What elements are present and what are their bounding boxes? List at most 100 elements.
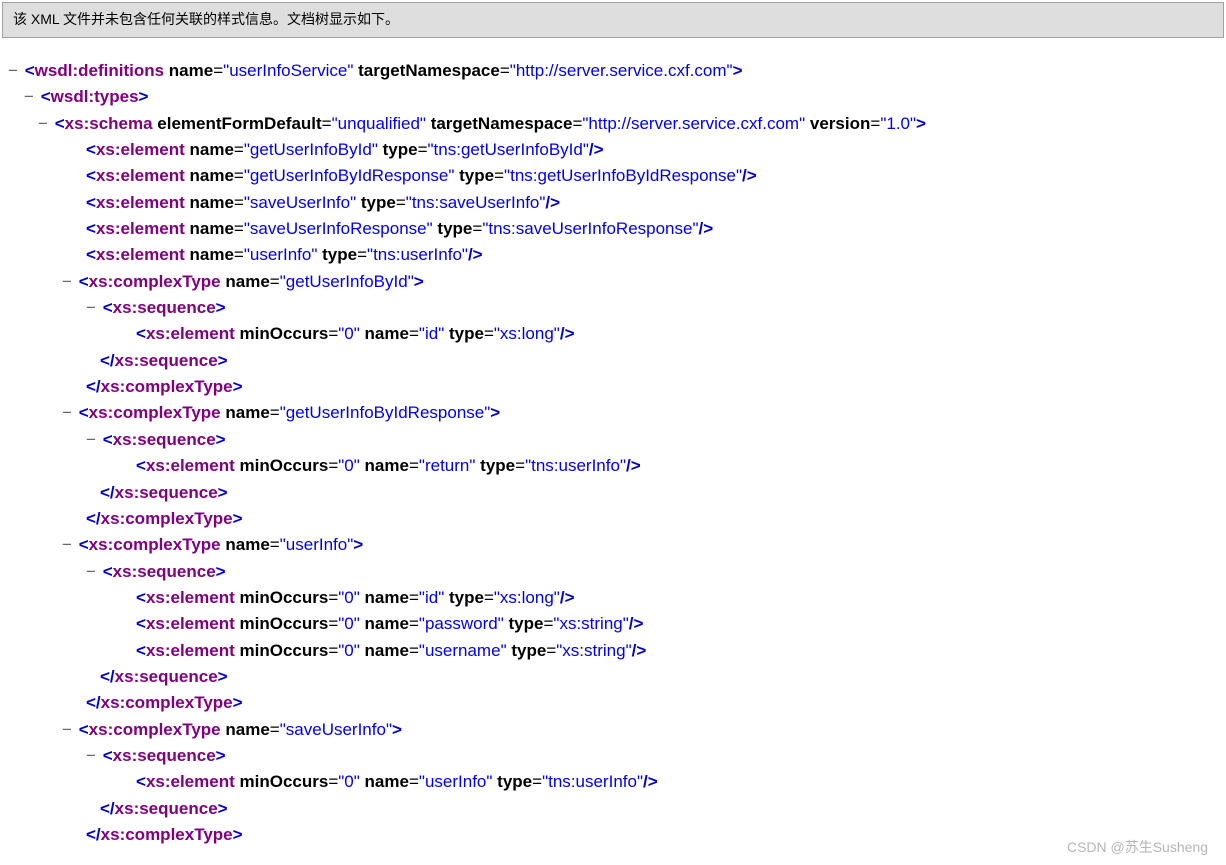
collapse-toggle[interactable]: −: [38, 111, 50, 137]
attr-name: elementFormDefault: [157, 114, 321, 133]
xs-sequence-close: </xs:sequence>: [100, 480, 1218, 506]
tag-name: xs:element: [96, 166, 185, 185]
tag-name: xs:sequence: [115, 351, 218, 370]
wsdl-types-open: − <wsdl:types>: [38, 84, 1218, 110]
xs-complextype-open: − <xs:complexType name="getUserInfoById"…: [76, 269, 1218, 295]
xs-sequence-open: − <xs:sequence>: [100, 295, 1218, 321]
attr-value: tns:saveUserInfoResponse: [488, 219, 692, 238]
xs-complextype-open: − <xs:complexType name="getUserInfoByIdR…: [76, 400, 1218, 426]
tag-name: xs:schema: [65, 114, 153, 133]
attr-value: xs:long: [500, 588, 554, 607]
attr-value: password: [425, 614, 498, 633]
collapse-toggle[interactable]: −: [86, 743, 98, 769]
xs-complextype-close: </xs:complexType>: [86, 690, 1218, 716]
attr-value: http://server.service.cxf.com: [516, 61, 727, 80]
collapse-toggle[interactable]: −: [62, 717, 74, 743]
tag-name: xs:element: [146, 324, 235, 343]
tag-name: xs:complexType: [101, 377, 233, 396]
tag-name: xs:sequence: [113, 298, 216, 317]
collapse-toggle[interactable]: −: [86, 295, 98, 321]
tag-name: xs:element: [146, 456, 235, 475]
attr-value: getUserInfoByIdResponse: [286, 403, 484, 422]
attr-value: tns:userInfo: [548, 772, 637, 791]
attr-name: targetNamespace: [431, 114, 573, 133]
tag-name: wsdl:types: [51, 87, 139, 106]
tag-name: xs:sequence: [113, 562, 216, 581]
collapse-toggle[interactable]: −: [86, 559, 98, 585]
attr-value: 0: [344, 588, 353, 607]
xs-sequence-open: − <xs:sequence>: [100, 559, 1218, 585]
attr-value: return: [425, 456, 469, 475]
attr-value: 0: [344, 614, 353, 633]
tag-name: xs:element: [146, 588, 235, 607]
attr-value: id: [425, 588, 438, 607]
attr-value: getUserInfoById: [286, 272, 408, 291]
attr-value: xs:string: [559, 614, 622, 633]
collapse-toggle[interactable]: −: [62, 269, 74, 295]
xs-sequence-close: </xs:sequence>: [100, 796, 1218, 822]
xs-element: <xs:element name="userInfo" type="tns:us…: [86, 242, 1218, 268]
tag-name: xs:element: [96, 219, 185, 238]
tag-name: xs:complexType: [101, 825, 233, 844]
xs-complextype-close: </xs:complexType>: [86, 506, 1218, 532]
attr-value: saveUserInfo: [250, 193, 350, 212]
attr-value: tns:getUserInfoById: [434, 140, 583, 159]
collapse-toggle[interactable]: −: [8, 58, 20, 84]
attr-value: getUserInfoById: [250, 140, 372, 159]
attr-value: tns:getUserInfoByIdResponse: [510, 166, 736, 185]
tag-name: xs:element: [146, 641, 235, 660]
attr-name: targetNamespace: [358, 61, 500, 80]
wsdl-definitions-open: − <wsdl:definitions name="userInfoServic…: [22, 58, 1218, 84]
tag-name: xs:complexType: [89, 535, 221, 554]
attr-value: username: [425, 641, 501, 660]
xs-element: <xs:element minOccurs="0" name="id" type…: [136, 585, 1218, 611]
xs-sequence-close: </xs:sequence>: [100, 348, 1218, 374]
attr-value: tns:userInfo: [373, 245, 462, 264]
tag-name: xs:complexType: [89, 403, 221, 422]
attr-name: name: [169, 61, 213, 80]
tag-name: xs:sequence: [115, 667, 218, 686]
tag-name: xs:element: [146, 614, 235, 633]
attr-name: version: [810, 114, 870, 133]
xs-sequence-open: − <xs:sequence>: [100, 743, 1218, 769]
attr-value: xs:string: [562, 641, 625, 660]
tag-name: xs:sequence: [113, 430, 216, 449]
attr-value: userInfo: [250, 245, 311, 264]
attr-value: 0: [344, 456, 353, 475]
attr-value: 1.0: [886, 114, 910, 133]
xs-sequence-close: </xs:sequence>: [100, 664, 1218, 690]
attr-value: http://server.service.cxf.com: [588, 114, 799, 133]
xs-element: <xs:element name="getUserInfoById" type=…: [86, 137, 1218, 163]
attr-value: tns:saveUserInfo: [412, 193, 540, 212]
tag-name: xs:element: [96, 193, 185, 212]
attr-value: userInfo: [286, 535, 347, 554]
attr-value: tns:userInfo: [531, 456, 620, 475]
xs-complextype-close: </xs:complexType>: [86, 822, 1218, 848]
attr-value: userInfoService: [229, 61, 347, 80]
attr-value: getUserInfoByIdResponse: [250, 166, 448, 185]
angle-open: <: [25, 61, 35, 80]
collapse-toggle[interactable]: −: [62, 532, 74, 558]
attr-value: 0: [344, 641, 353, 660]
angle-close: >: [733, 61, 743, 80]
collapse-toggle[interactable]: −: [86, 427, 98, 453]
attr-value: xs:long: [500, 324, 554, 343]
attr-value: saveUserInfo: [286, 720, 386, 739]
xs-element: <xs:element name="saveUserInfo" type="tn…: [86, 190, 1218, 216]
tag-name: xs:complexType: [101, 509, 233, 528]
tag-name: xs:complexType: [101, 693, 233, 712]
xs-schema-open: − <xs:schema elementFormDefault="unquali…: [52, 111, 1218, 137]
collapse-toggle[interactable]: −: [62, 400, 74, 426]
xs-element: <xs:element minOccurs="0" name="return" …: [136, 453, 1218, 479]
xs-element: <xs:element minOccurs="0" name="userInfo…: [136, 769, 1218, 795]
xs-sequence-open: − <xs:sequence>: [100, 427, 1218, 453]
attr-value: 0: [344, 772, 353, 791]
tag-name: xs:element: [96, 245, 185, 264]
attr-value: userInfo: [425, 772, 486, 791]
attr-value: 0: [344, 324, 353, 343]
xs-element: <xs:element minOccurs="0" name="username…: [136, 638, 1218, 664]
tag-name: wsdl:definitions: [35, 61, 164, 80]
xs-element: <xs:element minOccurs="0" name="id" type…: [136, 321, 1218, 347]
xml-no-style-notice: 该 XML 文件并未包含任何关联的样式信息。文档树显示如下。: [2, 2, 1224, 38]
collapse-toggle[interactable]: −: [24, 84, 36, 110]
